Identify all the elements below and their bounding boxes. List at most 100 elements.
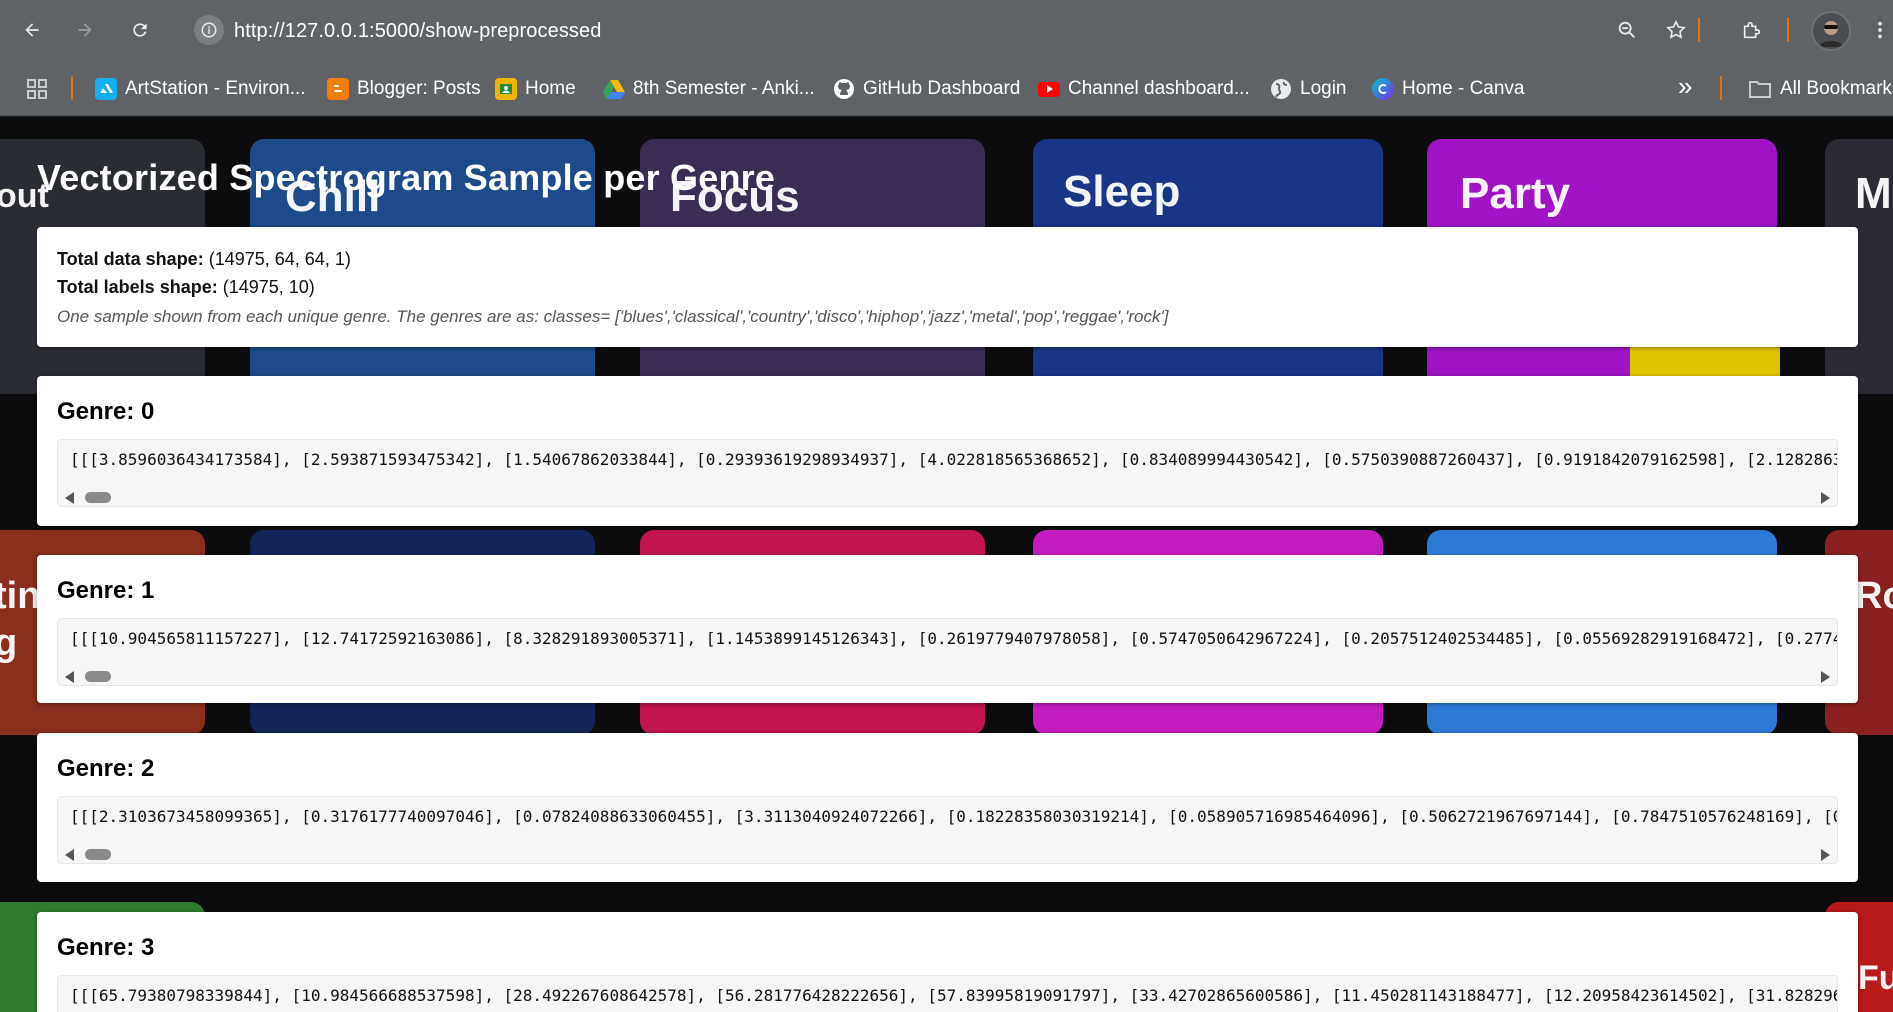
scroll-left-arrow-icon[interactable] [65, 849, 74, 861]
sample-code-block[interactable]: [[[65.79380798339844], [10.9845666885375… [57, 975, 1838, 1012]
zoom-button[interactable] [1611, 14, 1643, 46]
back-button[interactable] [16, 14, 48, 46]
horizontal-scrollbar[interactable] [58, 667, 1837, 685]
magnifier-icon [1618, 21, 1635, 38]
bookmark-canva[interactable]: Home - Canva [1372, 76, 1525, 102]
bookmarks-bar: ArtStation - Environ... Blogger: Posts H… [0, 60, 1893, 116]
sample-code-block[interactable]: [[[2.3103673458099365], [0.3176177740097… [57, 796, 1838, 864]
sample-code-block[interactable]: [[[10.904565811157227], [12.741725921630… [57, 618, 1838, 686]
data-shape-line: Total data shape: (14975, 64, 64, 1) [57, 249, 351, 270]
bookmark-label: GitHub Dashboard [863, 78, 1021, 99]
apps-button[interactable] [26, 76, 48, 102]
bookmarks-divider [1720, 76, 1722, 100]
extensions-button[interactable] [1736, 14, 1768, 46]
bookmark-star-button[interactable] [1660, 14, 1692, 46]
background-tile-label: tin [0, 575, 41, 617]
browser-menu-button[interactable] [1870, 14, 1890, 46]
toolbar-divider [1698, 18, 1700, 42]
page-title: Vectorized Spectrogram Sample per Genre [37, 157, 776, 198]
bookmark-youtube[interactable]: Channel dashboard... [1038, 76, 1250, 102]
profile-picture-icon [1813, 13, 1849, 49]
profile-avatar[interactable] [1811, 11, 1851, 51]
background-tile-label: Party [1460, 169, 1571, 218]
sample-values: [[[2.3103673458099365], [0.3176177740097… [70, 807, 1838, 826]
scrollbar-thumb[interactable] [85, 849, 111, 860]
url-text[interactable]: http://127.0.0.1:5000/show-preprocessed [234, 20, 601, 43]
scrollbar-thumb[interactable] [85, 492, 111, 503]
background-tile-label: Ro [1855, 575, 1893, 617]
labels-shape-label: Total labels shape: [57, 277, 218, 297]
bookmark-label: Home [525, 78, 576, 99]
bookmark-blogger[interactable]: Blogger: Posts [327, 76, 481, 102]
apps-grid-icon [27, 79, 47, 99]
genres-note: One sample shown from each unique genre.… [57, 307, 1169, 326]
site-info-button[interactable] [194, 15, 224, 45]
artstation-icon [95, 78, 117, 100]
background-tile-label: Mo [1855, 169, 1893, 218]
puzzle-icon [1743, 21, 1761, 39]
arrow-left-icon [25, 23, 39, 37]
bookmark-label: Login [1300, 78, 1347, 99]
kebab-menu-icon [1878, 21, 1882, 39]
page-content: out Chill Focus Sleep Party Mo tin g Ro … [0, 117, 1893, 1012]
address-bar[interactable]: http://127.0.0.1:5000/show-preprocessed [186, 9, 1632, 51]
data-shape-value: (14975, 64, 64, 1) [208, 249, 351, 269]
toolbar-divider [1787, 18, 1789, 42]
scroll-right-arrow-icon[interactable] [1821, 849, 1830, 861]
bookmarks-divider [71, 76, 73, 100]
canva-icon [1372, 78, 1394, 100]
bookmark-label: ArtStation - Environ... [125, 78, 306, 99]
bookmark-login[interactable]: Login [1270, 76, 1347, 102]
genre-heading: Genre: 0 [57, 398, 155, 425]
background-tile-label: Fu [1858, 959, 1893, 997]
genre-heading: Genre: 3 [57, 934, 155, 961]
scroll-right-arrow-icon[interactable] [1821, 671, 1830, 683]
scroll-left-arrow-icon[interactable] [65, 671, 74, 683]
scrollbar-thumb[interactable] [85, 671, 111, 682]
summary-card: Total data shape: (14975, 64, 64, 1) Tot… [37, 227, 1858, 347]
bookmark-label: Blogger: Posts [357, 78, 481, 99]
bookmark-label: Home - Canva [1402, 78, 1525, 99]
horizontal-scrollbar[interactable] [58, 845, 1837, 863]
horizontal-scrollbar[interactable] [58, 488, 1837, 506]
sample-values: [[[3.8596036434173584], [2.5938715934753… [70, 450, 1838, 469]
reload-icon [133, 23, 147, 37]
genre-card: Genre: 0 [[[3.8596036434173584], [2.5938… [37, 376, 1858, 526]
data-shape-label: Total data shape: [57, 249, 204, 269]
scroll-left-arrow-icon[interactable] [65, 492, 74, 504]
scroll-right-arrow-icon[interactable] [1821, 492, 1830, 504]
genre-card: Genre: 3 [[[65.79380798339844], [10.9845… [37, 912, 1858, 1012]
arrow-right-icon [78, 23, 92, 37]
genre-card: Genre: 1 [[[10.904565811157227], [12.741… [37, 555, 1858, 703]
background-tile-label: g [0, 622, 18, 664]
google-drive-icon [603, 78, 625, 100]
blogger-icon [327, 78, 349, 100]
bookmark-label: 8th Semester - Anki... [633, 78, 815, 99]
classroom-icon [495, 78, 517, 100]
all-bookmarks-button[interactable]: All Bookmarks [1748, 76, 1893, 102]
bookmark-artstation[interactable]: ArtStation - Environ... [95, 76, 306, 102]
browser-toolbar: http://127.0.0.1:5000/show-preprocessed [0, 0, 1893, 60]
sample-values: [[[65.79380798339844], [10.9845666885375… [70, 986, 1838, 1005]
sample-values: [[[10.904565811157227], [12.741725921630… [70, 629, 1838, 648]
bookmark-drive[interactable]: 8th Semester - Anki... [603, 76, 815, 102]
bookmarks-overflow-button[interactable]: » [1678, 71, 1692, 101]
sample-code-block[interactable]: [[[3.8596036434173584], [2.5938715934753… [57, 439, 1838, 507]
info-icon [201, 22, 217, 38]
globe-icon [1270, 78, 1292, 100]
labels-shape-line: Total labels shape: (14975, 10) [57, 277, 315, 298]
folder-icon [1749, 81, 1771, 98]
bookmark-github[interactable]: GitHub Dashboard [833, 76, 1020, 102]
genre-heading: Genre: 1 [57, 577, 155, 604]
forward-button[interactable] [69, 14, 101, 46]
background-tile-label: Sleep [1063, 167, 1181, 216]
genre-heading: Genre: 2 [57, 755, 155, 782]
bookmark-home-classroom[interactable]: Home [495, 76, 576, 102]
all-bookmarks-label: All Bookmarks [1780, 78, 1893, 99]
youtube-icon [1038, 81, 1060, 97]
star-icon [1666, 19, 1686, 39]
labels-shape-value: (14975, 10) [222, 277, 315, 297]
genre-card: Genre: 2 [[[2.3103673458099365], [0.3176… [37, 733, 1858, 882]
reload-button[interactable] [124, 14, 156, 46]
github-icon [833, 78, 855, 100]
